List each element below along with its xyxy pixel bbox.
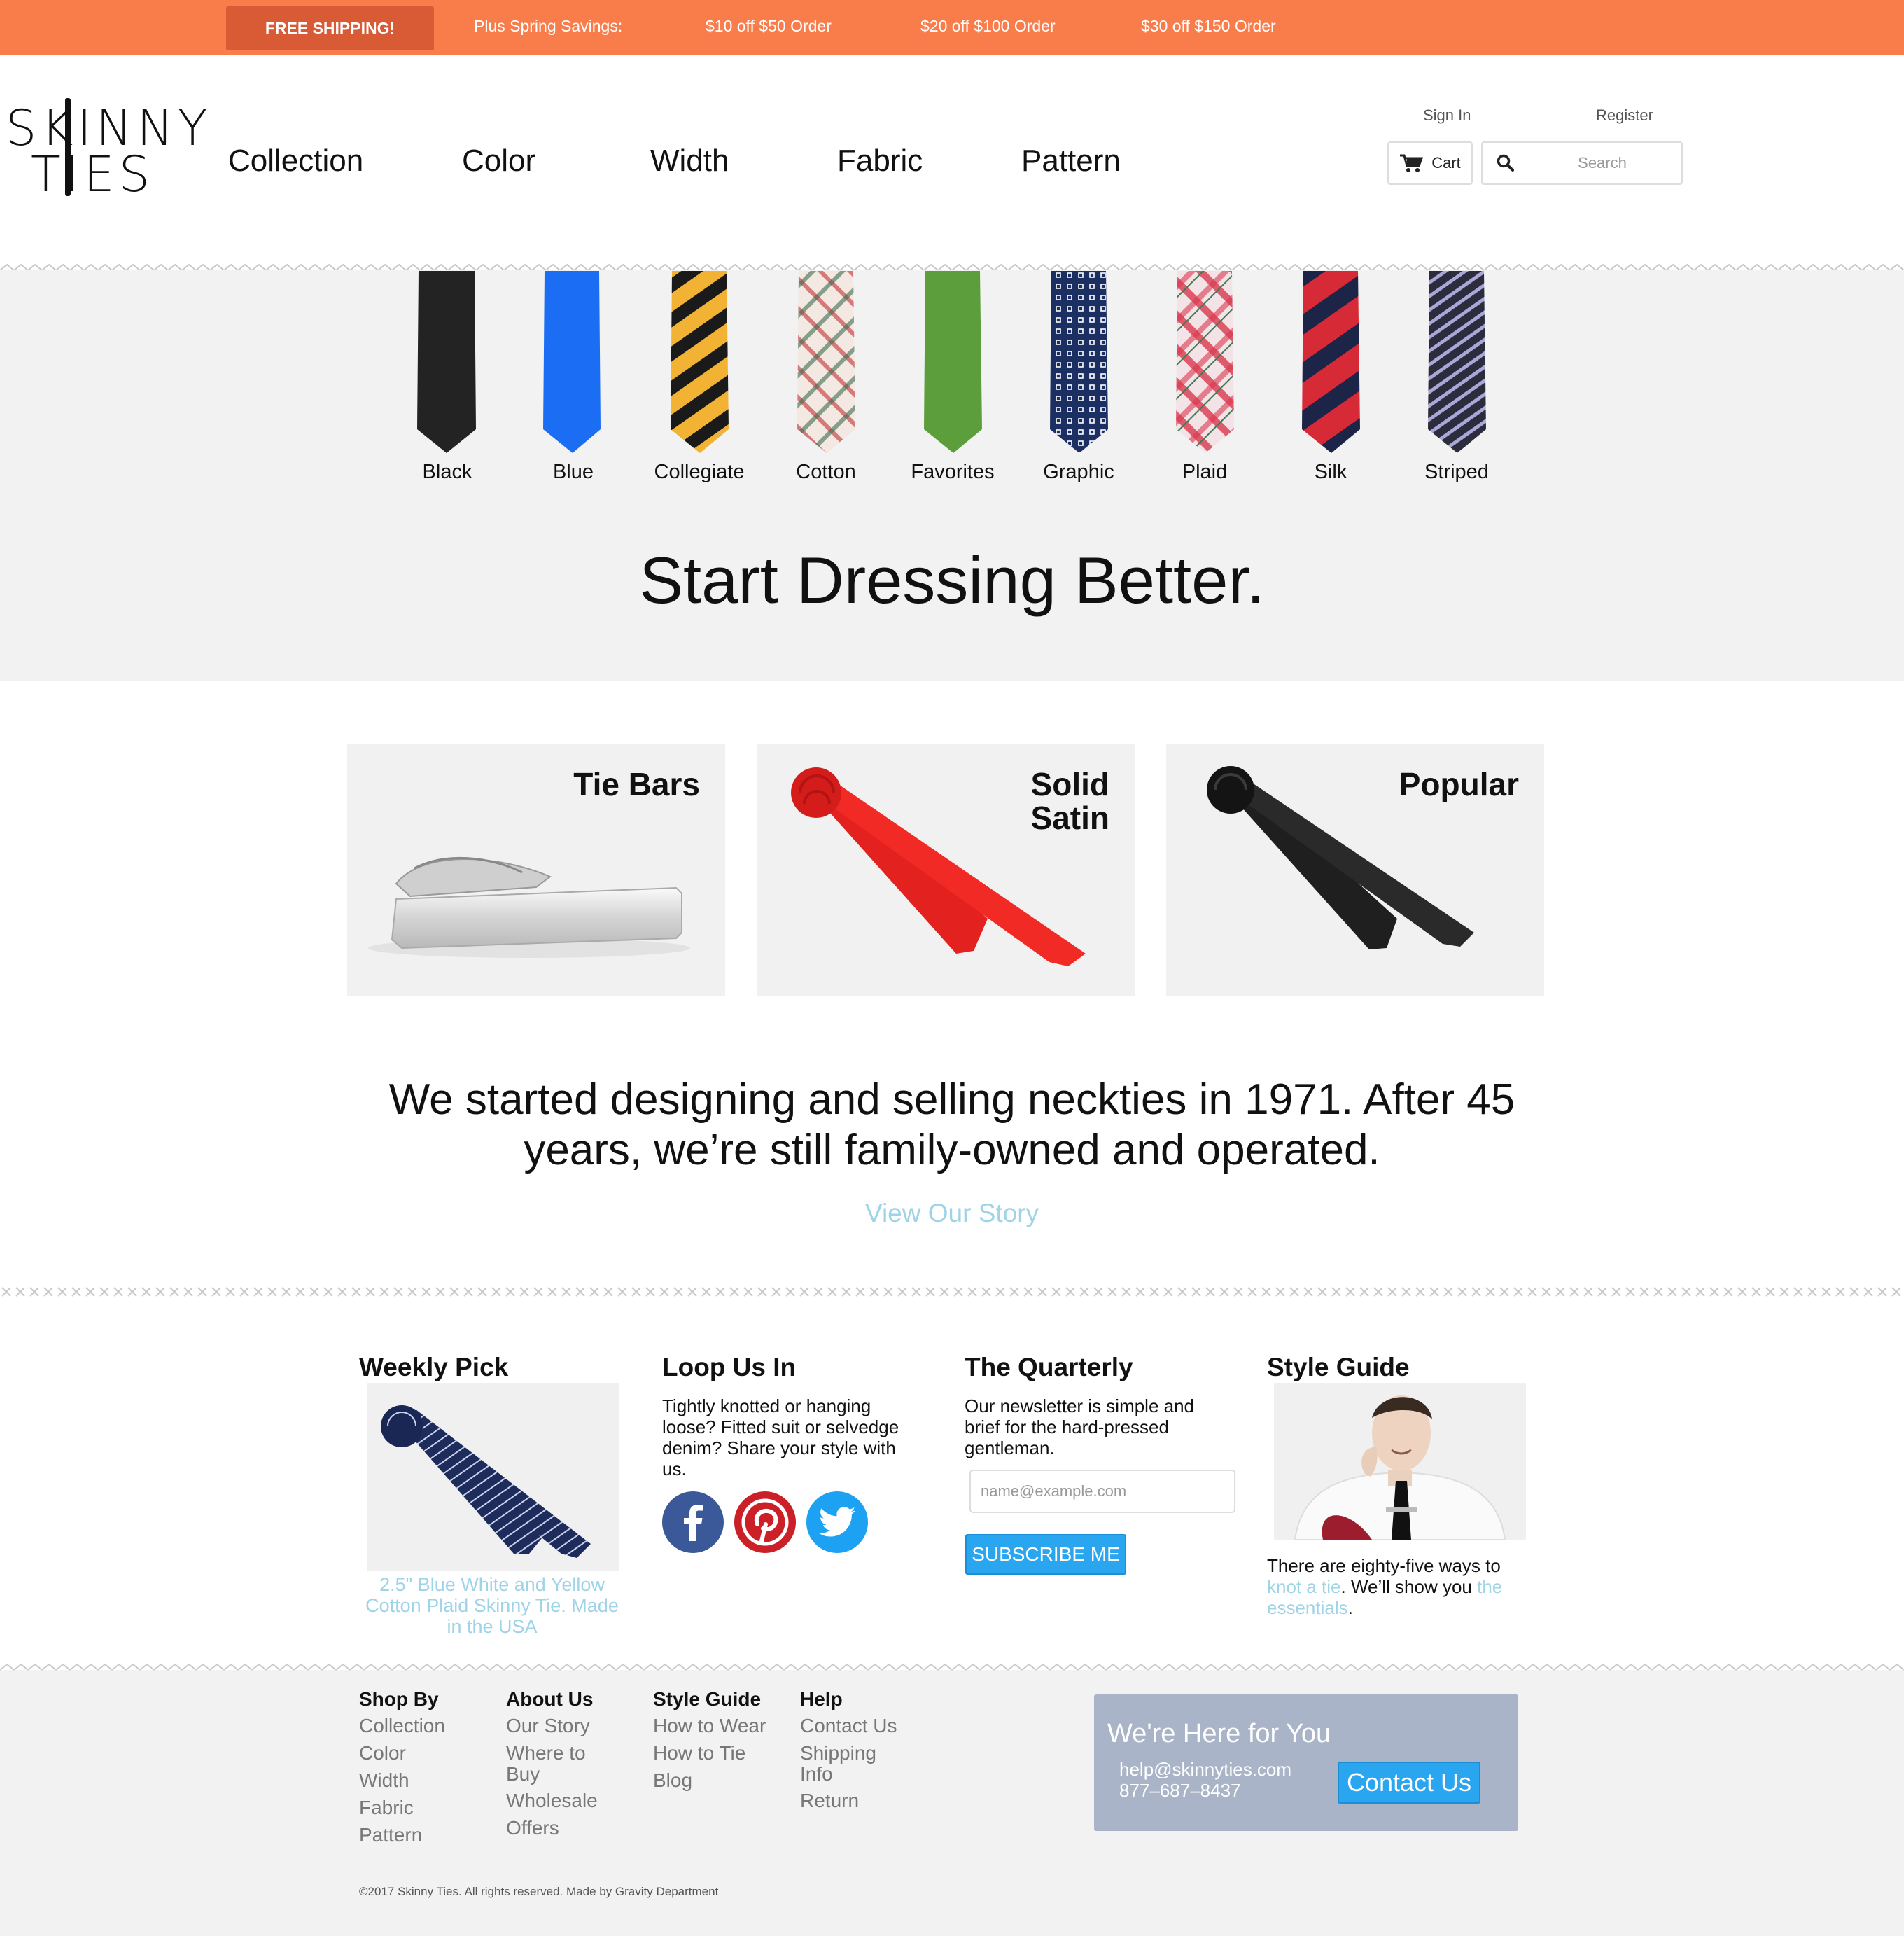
footer-link-where-to-buy[interactable]: Where to Buy — [506, 1743, 604, 1785]
twitter-icon[interactable] — [806, 1491, 868, 1553]
brand-logo[interactable]: SKINNY TIES — [6, 98, 207, 203]
footer — [0, 1670, 1904, 1936]
hero-title: Start Dressing Better. — [639, 543, 1265, 617]
footer-link-wholesale[interactable]: Wholesale — [506, 1790, 598, 1811]
tie-row — [417, 271, 1486, 453]
tie-label-favorites[interactable]: Favorites — [890, 461, 1016, 484]
contact-phone[interactable]: 877–687–8437 — [1119, 1780, 1241, 1802]
footer-link-color[interactable]: Color — [359, 1743, 406, 1764]
subscribe-button[interactable]: SUBSCRIBE ME — [965, 1534, 1126, 1575]
tie-striped-image[interactable] — [1428, 271, 1486, 453]
style-guide-text-b: . We’ll show you — [1340, 1576, 1478, 1597]
cart-icon — [1400, 154, 1424, 172]
zigzag-divider-footer — [0, 1662, 1904, 1671]
promo-offer-100[interactable]: $20 off $100 Order — [920, 17, 1056, 36]
footer-link-shipping-info[interactable]: Shipping Info — [800, 1743, 884, 1785]
style-guide-image[interactable] — [1274, 1383, 1526, 1540]
footer-link-blog[interactable]: Blog — [653, 1770, 692, 1791]
man-in-tie-photo — [1294, 1395, 1506, 1540]
quarterly-text: Our newsletter is simple and brief for t… — [965, 1395, 1195, 1458]
style-guide-text-a: There are eighty-five ways to — [1267, 1555, 1501, 1576]
contact-email[interactable]: help@skinnyties.com — [1119, 1759, 1292, 1781]
contact-box-title: We're Here for You — [1107, 1719, 1331, 1748]
tie-label-plaid[interactable]: Plaid — [1142, 461, 1268, 484]
tie-label-collegiate[interactable]: Collegiate — [636, 461, 762, 484]
footer-link-width[interactable]: Width — [359, 1770, 410, 1791]
newsletter-email-field[interactable] — [969, 1470, 1236, 1513]
tie-silk-image[interactable] — [1302, 271, 1360, 453]
view-our-story-link[interactable]: View Our Story — [0, 1199, 1904, 1228]
style-guide-text-c: . — [1348, 1597, 1353, 1618]
red-tie-image — [791, 767, 1086, 966]
tie-label-silk[interactable]: Silk — [1268, 461, 1394, 484]
story-text: We started designing and selling necktie… — [388, 1075, 1516, 1174]
tie-favorites-image[interactable] — [924, 271, 982, 453]
style-guide-title: Style Guide — [1267, 1353, 1410, 1381]
contact-us-button[interactable]: Contact Us — [1338, 1762, 1480, 1804]
promo-offer-50[interactable]: $10 off $50 Order — [706, 17, 832, 36]
navy-striped-tie-image — [381, 1405, 591, 1558]
black-tie-image — [1207, 766, 1474, 949]
promo-bar: FREE SHIPPING! Plus Spring Savings: $10 … — [0, 0, 1904, 55]
tie-plaid-image[interactable] — [1176, 271, 1234, 453]
footer-link-how-to-wear[interactable]: How to Wear — [653, 1715, 766, 1736]
footer-link-offers[interactable]: Offers — [506, 1818, 559, 1839]
nav-collection[interactable]: Collection — [228, 144, 363, 179]
footer-about-title: About Us — [506, 1688, 594, 1710]
nav-pattern[interactable]: Pattern — [1021, 144, 1121, 179]
card-popular[interactable]: Popular — [1166, 744, 1544, 996]
search-icon — [1497, 154, 1514, 172]
footer-link-how-to-tie[interactable]: How to Tie — [653, 1743, 746, 1764]
sign-in-link[interactable]: Sign In — [1423, 106, 1471, 125]
footer-style-guide-title: Style Guide — [653, 1688, 762, 1710]
quarterly-title: The Quarterly — [965, 1353, 1133, 1381]
footer-link-pattern[interactable]: Pattern — [359, 1825, 422, 1846]
weekly-pick-caption[interactable]: 2.5" Blue White and Yellow Cotton Plaid … — [356, 1574, 629, 1637]
tie-cotton-image[interactable] — [797, 271, 855, 453]
search-box[interactable] — [1481, 141, 1683, 185]
tie-label-black[interactable]: Black — [384, 461, 510, 484]
promo-offer-150[interactable]: $30 off $150 Order — [1141, 17, 1276, 36]
card-solid-satin[interactable]: Solid Satin — [757, 744, 1135, 996]
tie-label-cotton[interactable]: Cotton — [763, 461, 889, 484]
x-pattern-divider — [0, 1286, 1904, 1298]
tie-label-blue[interactable]: Blue — [510, 461, 636, 484]
footer-link-contact-us[interactable]: Contact Us — [800, 1715, 897, 1736]
footer-help-title: Help — [800, 1688, 843, 1710]
pinterest-icon[interactable] — [734, 1491, 796, 1553]
register-link[interactable]: Register — [1596, 106, 1653, 125]
loop-us-in-text: Tightly knotted or hanging loose? Fitted… — [662, 1395, 899, 1479]
tie-label-striped[interactable]: Striped — [1394, 461, 1520, 484]
copyright-text: ©2017 Skinny Ties. All rights reserved. … — [359, 1885, 719, 1898]
footer-link-our-story[interactable]: Our Story — [506, 1715, 590, 1736]
nav-color[interactable]: Color — [462, 144, 536, 179]
knot-a-tie-link[interactable]: knot a tie — [1267, 1576, 1341, 1597]
style-guide-text: There are eighty-five ways to knot a tie… — [1267, 1555, 1526, 1618]
tie-black-image[interactable] — [417, 271, 476, 453]
cart-button[interactable]: Cart — [1387, 141, 1473, 185]
promo-savings-label: Plus Spring Savings: — [474, 17, 623, 35]
weekly-pick-title: Weekly Pick — [359, 1353, 509, 1381]
free-shipping-badge[interactable]: FREE SHIPPING! — [226, 6, 434, 50]
card-tie-bars[interactable]: Tie Bars — [347, 744, 725, 996]
nav-width[interactable]: Width — [650, 144, 729, 179]
logo-line-2: TIES — [31, 146, 155, 203]
facebook-icon[interactable] — [662, 1491, 724, 1553]
tie-collegiate-image[interactable] — [671, 271, 729, 453]
weekly-pick-image[interactable] — [367, 1383, 619, 1571]
tie-label-graphic[interactable]: Graphic — [1016, 461, 1142, 484]
footer-link-collection[interactable]: Collection — [359, 1715, 445, 1736]
cart-label: Cart — [1432, 154, 1461, 172]
footer-link-return[interactable]: Return — [800, 1790, 859, 1811]
tie-bar-image — [368, 856, 690, 958]
footer-shop-by-title: Shop By — [359, 1688, 439, 1710]
search-input[interactable] — [1525, 143, 1680, 183]
loop-us-in-title: Loop Us In — [662, 1353, 797, 1381]
tie-blue-image[interactable] — [543, 271, 601, 453]
nav-fabric[interactable]: Fabric — [837, 144, 923, 179]
footer-link-fabric[interactable]: Fabric — [359, 1797, 414, 1818]
tie-graphic-image[interactable] — [1050, 271, 1108, 453]
